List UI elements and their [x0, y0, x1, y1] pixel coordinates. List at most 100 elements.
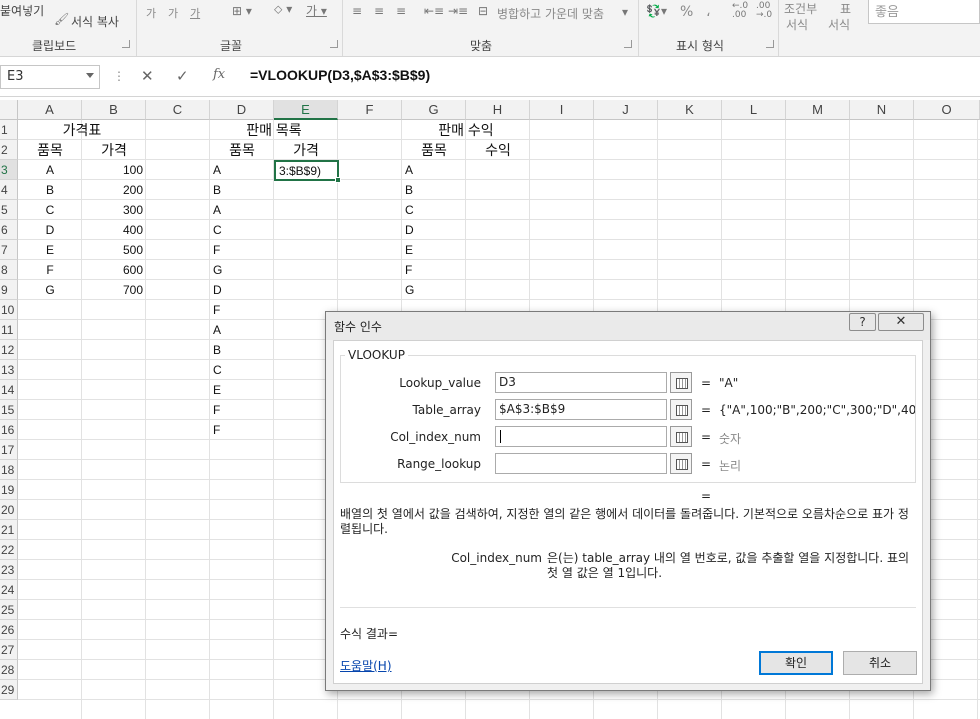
- price-table-title[interactable]: 가격표: [18, 120, 146, 140]
- revenue-item-cell[interactable]: E: [402, 240, 466, 260]
- row-header-28[interactable]: 28: [0, 660, 18, 680]
- underline-style-button[interactable]: 가: [190, 5, 200, 21]
- column-header-c[interactable]: C: [146, 100, 210, 120]
- sales-item-cell[interactable]: F: [210, 240, 274, 260]
- fill-handle[interactable]: [335, 177, 341, 183]
- paste-button[interactable]: 붙여넣기: [0, 2, 44, 19]
- price-item-cell[interactable]: C: [18, 200, 82, 220]
- merge-dropdown-icon[interactable]: ▾: [622, 5, 628, 19]
- help-link[interactable]: 도움말(H): [340, 657, 392, 674]
- row-header-16[interactable]: 16: [0, 420, 18, 440]
- row-header-4[interactable]: 4: [0, 180, 18, 200]
- price-value-cell[interactable]: 300: [82, 200, 146, 220]
- price-value-cell[interactable]: 100: [82, 160, 146, 180]
- revenue-item-header[interactable]: 품목: [402, 140, 466, 160]
- price-value-cell[interactable]: 200: [82, 180, 146, 200]
- price-value-cell[interactable]: 500: [82, 240, 146, 260]
- row-header-19[interactable]: 19: [0, 480, 18, 500]
- row-header-9[interactable]: 9: [0, 280, 18, 300]
- revenue-item-cell[interactable]: B: [402, 180, 466, 200]
- row-header-5[interactable]: 5: [0, 200, 18, 220]
- column-header-k[interactable]: K: [658, 100, 722, 120]
- italic-button[interactable]: 가: [168, 5, 178, 21]
- revenue-item-cell[interactable]: D: [402, 220, 466, 240]
- enter-icon[interactable]: ✓: [176, 67, 189, 85]
- format-painter-button[interactable]: 서식 복사: [71, 13, 119, 30]
- close-button[interactable]: ✕: [878, 313, 924, 331]
- row-header-3[interactable]: 3: [0, 160, 18, 180]
- sales-item-header[interactable]: 품목: [210, 140, 274, 160]
- revenue-item-cell[interactable]: G: [402, 280, 466, 300]
- row-header-12[interactable]: 12: [0, 340, 18, 360]
- column-header-n[interactable]: N: [850, 100, 914, 120]
- merge-center-button[interactable]: 병합하고 가운데 맞춤: [497, 5, 604, 22]
- format-as-table-sub[interactable]: 서식: [828, 16, 850, 33]
- alignment-launcher-icon[interactable]: [624, 40, 632, 48]
- help-button[interactable]: ?: [849, 313, 876, 331]
- row-header-7[interactable]: 7: [0, 240, 18, 260]
- format-as-table-button[interactable]: 표: [840, 0, 851, 17]
- row-header-14[interactable]: 14: [0, 380, 18, 400]
- column-header-h[interactable]: H: [466, 100, 530, 120]
- decrease-decimal-icon[interactable]: .00 →.0: [756, 2, 772, 20]
- price-item-cell[interactable]: B: [18, 180, 82, 200]
- cancel-button[interactable]: 취소: [843, 651, 917, 675]
- price-item-cell[interactable]: G: [18, 280, 82, 300]
- row-header-11[interactable]: 11: [0, 320, 18, 340]
- sales-item-cell[interactable]: B: [210, 340, 274, 360]
- indent-decrease-icon[interactable]: ⇤≡: [424, 4, 444, 18]
- column-header-d[interactable]: D: [210, 100, 274, 120]
- row-header-17[interactable]: 17: [0, 440, 18, 460]
- align-center-icon[interactable]: ≡: [374, 4, 384, 18]
- revenue-title[interactable]: 판매 수익: [402, 120, 530, 140]
- revenue-item-cell[interactable]: A: [402, 160, 466, 180]
- row-header-29[interactable]: 29: [0, 680, 18, 700]
- price-item-header[interactable]: 품목: [18, 140, 82, 160]
- chevron-down-icon[interactable]: [86, 73, 94, 78]
- cell-style-good[interactable]: 좋음: [868, 0, 980, 24]
- price-value-header[interactable]: 가격: [82, 140, 146, 160]
- formula-input[interactable]: =VLOOKUP(D3,$A$3:$B$9): [250, 67, 430, 83]
- cancel-icon[interactable]: ✕: [141, 67, 154, 85]
- sales-item-cell[interactable]: F: [210, 400, 274, 420]
- number-launcher-icon[interactable]: [766, 40, 774, 48]
- price-item-cell[interactable]: D: [18, 220, 82, 240]
- column-header-e[interactable]: E: [274, 100, 338, 120]
- row-header-10[interactable]: 10: [0, 300, 18, 320]
- row-header-26[interactable]: 26: [0, 620, 18, 640]
- row-header-20[interactable]: 20: [0, 500, 18, 520]
- format-painter-icon[interactable]: 🖌: [54, 12, 69, 26]
- row-header-18[interactable]: 18: [0, 460, 18, 480]
- row-header-2[interactable]: 2: [0, 140, 18, 160]
- sales-item-cell[interactable]: F: [210, 420, 274, 440]
- row-header-15[interactable]: 15: [0, 400, 18, 420]
- row-header-25[interactable]: 25: [0, 600, 18, 620]
- arg-input-col-index[interactable]: [495, 426, 667, 447]
- price-item-cell[interactable]: E: [18, 240, 82, 260]
- conditional-format-button[interactable]: 조건부: [784, 0, 817, 17]
- sales-item-cell[interactable]: G: [210, 260, 274, 280]
- column-header-g[interactable]: G: [402, 100, 466, 120]
- active-cell[interactable]: 3:$B$9): [274, 160, 341, 183]
- conditional-format-sub[interactable]: 서식: [786, 16, 808, 33]
- revenue-item-cell[interactable]: F: [402, 260, 466, 280]
- price-value-cell[interactable]: 700: [82, 280, 146, 300]
- sales-list-title[interactable]: 판매 목록: [210, 120, 338, 140]
- arg-input-table-array[interactable]: $A$3:$B$9: [495, 399, 667, 420]
- sales-price-header[interactable]: 가격: [274, 140, 338, 160]
- sales-item-cell[interactable]: F: [210, 300, 274, 320]
- column-header-i[interactable]: I: [530, 100, 594, 120]
- sales-item-cell[interactable]: A: [210, 320, 274, 340]
- sales-item-cell[interactable]: D: [210, 280, 274, 300]
- row-header-23[interactable]: 23: [0, 560, 18, 580]
- sales-item-cell[interactable]: B: [210, 180, 274, 200]
- collapse-dialog-icon[interactable]: [670, 399, 692, 420]
- border-icon[interactable]: ⊞ ▾: [232, 4, 252, 18]
- merge-icon[interactable]: ⊟: [478, 4, 488, 18]
- column-header-a[interactable]: A: [18, 100, 82, 120]
- column-header-m[interactable]: M: [786, 100, 850, 120]
- sales-item-cell[interactable]: A: [210, 160, 274, 180]
- indent-increase-icon[interactable]: ⇥≡: [448, 4, 468, 18]
- more-icon[interactable]: ⋮: [113, 69, 125, 83]
- row-header-1[interactable]: 1: [0, 120, 18, 140]
